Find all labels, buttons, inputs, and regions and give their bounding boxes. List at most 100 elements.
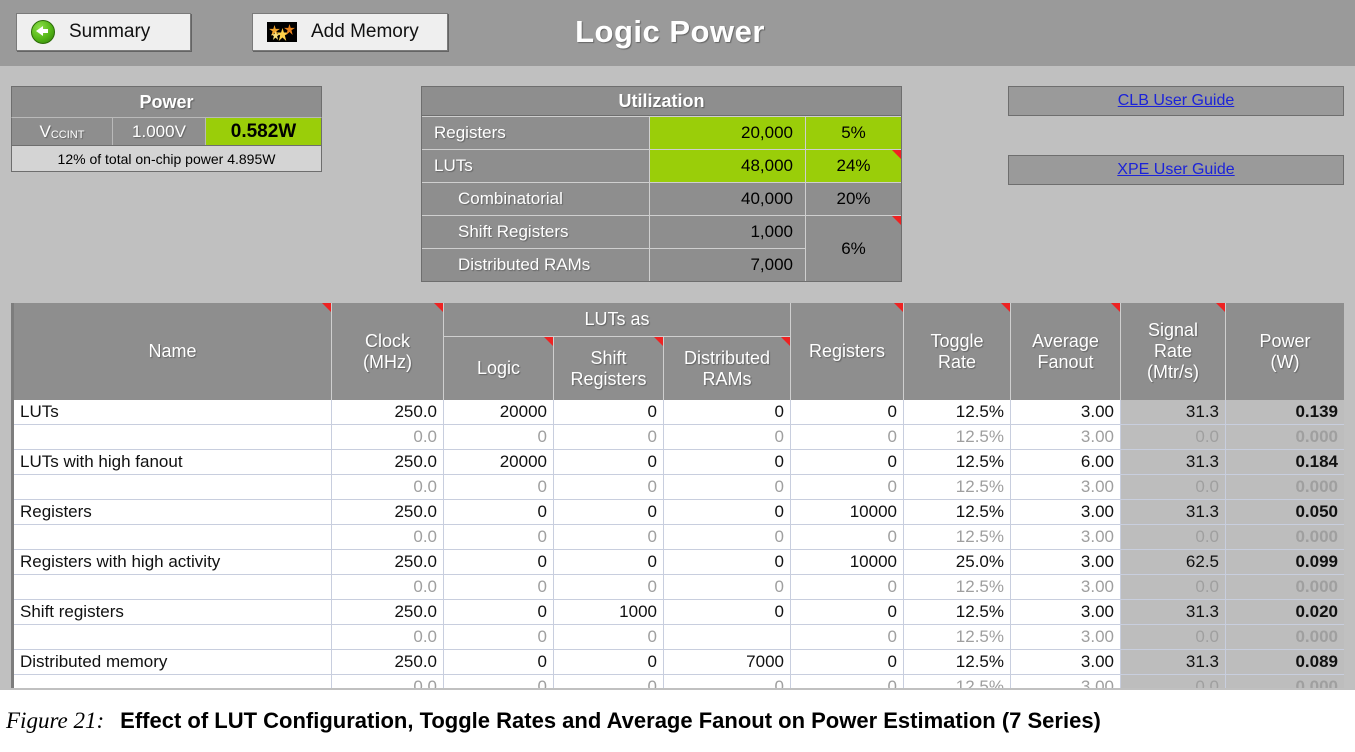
table-cell-power[interactable]: 0.089 <box>1226 650 1344 675</box>
table-cell-name[interactable]: Registers <box>14 500 332 525</box>
table-cell-toggle[interactable]: 12.5% <box>904 475 1011 500</box>
table-cell-fanout[interactable]: 3.00 <box>1011 525 1121 550</box>
table-cell-fanout[interactable]: 3.00 <box>1011 425 1121 450</box>
table-cell-signal[interactable]: 0.0 <box>1121 475 1226 500</box>
table-cell-clock[interactable]: 250.0 <box>332 400 444 425</box>
table-cell-shift[interactable]: 0 <box>554 550 664 575</box>
table-cell-fanout[interactable]: 3.00 <box>1011 400 1121 425</box>
table-cell-power[interactable]: 0.000 <box>1226 525 1344 550</box>
table-cell-dram[interactable]: 0 <box>664 550 791 575</box>
table-cell-reg[interactable]: 0 <box>791 625 904 650</box>
table-cell-logic[interactable]: 0 <box>444 500 554 525</box>
table-cell-toggle[interactable]: 12.5% <box>904 425 1011 450</box>
table-cell-name[interactable] <box>14 425 332 450</box>
table-cell-toggle[interactable]: 12.5% <box>904 525 1011 550</box>
table-cell-power[interactable]: 0.184 <box>1226 450 1344 475</box>
utilization-row-value[interactable]: 48,000 <box>649 149 805 182</box>
table-cell-logic[interactable]: 0 <box>444 600 554 625</box>
table-cell-shift[interactable]: 0 <box>554 650 664 675</box>
table-cell-shift[interactable]: 0 <box>554 400 664 425</box>
table-cell-fanout[interactable]: 3.00 <box>1011 550 1121 575</box>
table-cell-clock[interactable]: 0.0 <box>332 575 444 600</box>
table-cell-dram[interactable]: 7000 <box>664 650 791 675</box>
table-cell-logic[interactable]: 0 <box>444 650 554 675</box>
table-cell-clock[interactable]: 0.0 <box>332 675 444 688</box>
table-cell-power[interactable]: 0.000 <box>1226 675 1344 688</box>
table-cell-signal[interactable]: 31.3 <box>1121 650 1226 675</box>
table-cell-dram[interactable]: 0 <box>664 675 791 688</box>
table-cell-fanout[interactable]: 3.00 <box>1011 650 1121 675</box>
table-cell-logic[interactable]: 20000 <box>444 450 554 475</box>
table-cell-clock[interactable]: 250.0 <box>332 500 444 525</box>
table-cell-power[interactable]: 0.000 <box>1226 575 1344 600</box>
table-cell-name[interactable]: Shift registers <box>14 600 332 625</box>
utilization-row-value[interactable]: 1,000 <box>649 215 805 248</box>
table-cell-reg[interactable]: 0 <box>791 525 904 550</box>
table-cell-dram[interactable]: 0 <box>664 500 791 525</box>
table-cell-power[interactable]: 0.000 <box>1226 475 1344 500</box>
utilization-row-value[interactable]: 20,000 <box>649 116 805 149</box>
table-cell-dram[interactable]: 0 <box>664 575 791 600</box>
table-cell-signal[interactable]: 31.3 <box>1121 600 1226 625</box>
column-header-distributed-rams[interactable]: Distributed RAMs <box>664 337 791 400</box>
table-cell-fanout[interactable]: 3.00 <box>1011 575 1121 600</box>
table-cell-power[interactable]: 0.050 <box>1226 500 1344 525</box>
utilization-row-value[interactable]: 7,000 <box>649 248 805 281</box>
table-cell-logic[interactable]: 0 <box>444 425 554 450</box>
table-cell-signal[interactable]: 62.5 <box>1121 550 1226 575</box>
table-cell-reg[interactable]: 0 <box>791 675 904 688</box>
table-cell-logic[interactable]: 0 <box>444 525 554 550</box>
column-header-registers[interactable]: Registers <box>791 303 904 400</box>
table-cell-clock[interactable]: 0.0 <box>332 525 444 550</box>
table-cell-fanout[interactable]: 3.00 <box>1011 500 1121 525</box>
column-header-average-fanout[interactable]: Average Fanout <box>1011 303 1121 400</box>
column-header-shift-registers[interactable]: Shift Registers <box>554 337 664 400</box>
table-cell-fanout[interactable]: 3.00 <box>1011 675 1121 688</box>
table-cell-name[interactable] <box>14 675 332 688</box>
table-cell-shift[interactable]: 0 <box>554 450 664 475</box>
table-cell-signal[interactable]: 0.0 <box>1121 675 1226 688</box>
table-cell-name[interactable] <box>14 525 332 550</box>
column-header-signal-rate[interactable]: Signal Rate (Mtr/s) <box>1121 303 1226 400</box>
table-cell-name[interactable] <box>14 625 332 650</box>
table-cell-toggle[interactable]: 12.5% <box>904 500 1011 525</box>
table-cell-signal[interactable]: 0.0 <box>1121 625 1226 650</box>
table-cell-toggle[interactable]: 12.5% <box>904 675 1011 688</box>
table-cell-toggle[interactable]: 12.5% <box>904 650 1011 675</box>
table-cell-reg[interactable]: 0 <box>791 650 904 675</box>
utilization-row-value[interactable]: 40,000 <box>649 182 805 215</box>
table-cell-power[interactable]: 0.099 <box>1226 550 1344 575</box>
table-cell-dram[interactable]: 0 <box>664 400 791 425</box>
table-cell-dram[interactable] <box>664 625 791 650</box>
table-cell-logic[interactable]: 0 <box>444 550 554 575</box>
table-cell-name[interactable] <box>14 475 332 500</box>
table-cell-power[interactable]: 0.000 <box>1226 425 1344 450</box>
column-header-clock[interactable]: Clock (MHz) <box>332 303 444 400</box>
table-cell-clock[interactable]: 250.0 <box>332 550 444 575</box>
table-cell-power[interactable]: 0.000 <box>1226 625 1344 650</box>
table-cell-logic[interactable]: 0 <box>444 625 554 650</box>
table-cell-toggle[interactable]: 12.5% <box>904 400 1011 425</box>
table-cell-power[interactable]: 0.020 <box>1226 600 1344 625</box>
table-cell-toggle[interactable]: 12.5% <box>904 625 1011 650</box>
table-cell-signal[interactable]: 31.3 <box>1121 450 1226 475</box>
summary-button[interactable]: Summary <box>16 13 191 51</box>
add-memory-button[interactable]: Add Memory <box>252 13 448 51</box>
table-cell-toggle[interactable]: 12.5% <box>904 450 1011 475</box>
table-cell-clock[interactable]: 250.0 <box>332 450 444 475</box>
table-cell-name[interactable]: LUTs with high fanout <box>14 450 332 475</box>
table-cell-reg[interactable]: 10000 <box>791 500 904 525</box>
table-cell-reg[interactable]: 0 <box>791 400 904 425</box>
table-cell-shift[interactable]: 0 <box>554 425 664 450</box>
table-cell-logic[interactable]: 0 <box>444 475 554 500</box>
table-cell-name[interactable]: LUTs <box>14 400 332 425</box>
xpe-user-guide-button[interactable]: XPE User Guide <box>1008 155 1344 185</box>
table-cell-shift[interactable]: 0 <box>554 525 664 550</box>
table-cell-dram[interactable]: 0 <box>664 525 791 550</box>
table-cell-logic[interactable]: 0 <box>444 575 554 600</box>
table-cell-shift[interactable]: 0 <box>554 675 664 688</box>
table-cell-toggle[interactable]: 12.5% <box>904 600 1011 625</box>
table-cell-power[interactable]: 0.139 <box>1226 400 1344 425</box>
table-cell-reg[interactable]: 0 <box>791 475 904 500</box>
table-cell-reg[interactable]: 0 <box>791 450 904 475</box>
